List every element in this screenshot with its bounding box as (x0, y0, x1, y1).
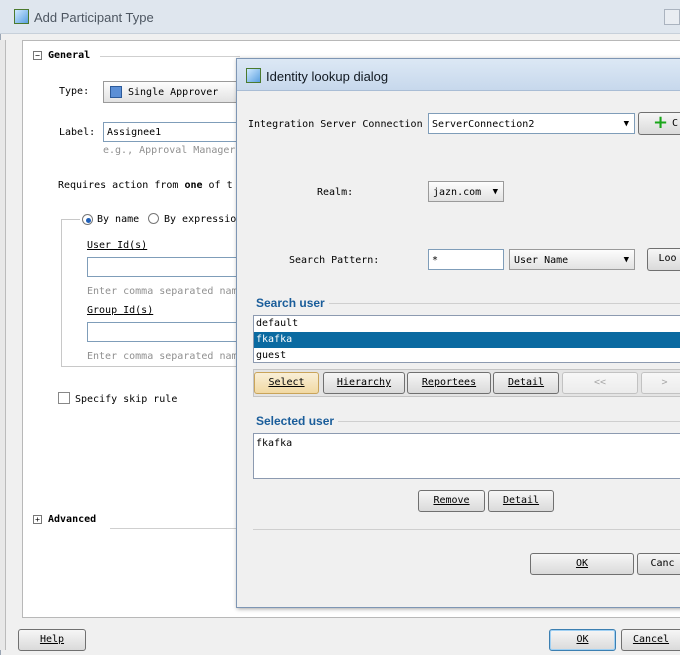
dialog-title: Identity lookup dialog (266, 69, 389, 84)
dialog-titlebar: Identity lookup dialog (237, 59, 680, 91)
add-icon: + (653, 112, 669, 133)
dialog-cancel-button[interactable]: Canc (637, 553, 680, 575)
section-divider (329, 303, 680, 304)
label-label: Label: (59, 127, 96, 138)
collapse-icon[interactable]: − (33, 51, 42, 60)
section-divider (110, 528, 240, 529)
search-by-select[interactable]: User Name ▼ (509, 249, 635, 270)
list-item[interactable]: default (254, 316, 680, 332)
section-divider (100, 56, 240, 57)
dialog-ok-button[interactable]: OK (530, 553, 634, 575)
label-value: Assignee1 (107, 127, 162, 138)
section-divider (253, 529, 680, 530)
identity-lookup-dialog: Identity lookup dialog Integration Serve… (236, 58, 680, 608)
radio-row: By name By expression (80, 212, 243, 228)
select-button[interactable]: Select (254, 372, 319, 394)
label-input[interactable]: Assignee1 (103, 122, 238, 142)
by-expression-radio[interactable] (148, 213, 159, 224)
search-pattern-label: Search Pattern: (289, 255, 380, 266)
realm-select[interactable]: jazn.com ▼ (428, 181, 504, 202)
user-ids-label: User Id(s) (87, 240, 148, 251)
selected-detail-button[interactable]: Detail (488, 490, 554, 512)
isc-select[interactable]: ServerConnection2 ▼ (428, 113, 635, 134)
chevron-down-icon: ▼ (623, 119, 629, 129)
type-label: Type: (59, 86, 90, 97)
dialog-icon (246, 68, 261, 83)
chevron-down-icon: ▼ (492, 187, 498, 197)
user-ids-input[interactable] (87, 257, 237, 277)
group-ids-hint: Enter comma separated nam (87, 351, 238, 362)
help-button[interactable]: Help (18, 629, 86, 651)
group-ids-input[interactable] (87, 322, 237, 342)
general-section-title: General (48, 50, 91, 61)
search-by-value: User Name (514, 255, 569, 266)
isc-label: Integration Server Connection (248, 119, 423, 130)
requires-text: Requires action from one of t (58, 180, 233, 191)
by-name-label: By name (97, 214, 140, 225)
chevron-down-icon: ▼ (623, 255, 629, 265)
type-value: Single Approver (128, 87, 219, 98)
next-page-button[interactable]: > (641, 372, 680, 394)
search-pattern-value: * (432, 255, 439, 266)
detail-button[interactable]: Detail (493, 372, 559, 394)
hierarchy-button[interactable]: Hierarchy (323, 372, 405, 394)
previous-page-button[interactable]: << (562, 372, 638, 394)
skip-rule-label: Specify skip rule (75, 394, 178, 405)
search-pattern-input[interactable]: * (428, 249, 504, 270)
search-user-title: Search user (256, 296, 325, 310)
create-connection-label: C (672, 118, 679, 129)
app-icon (14, 9, 29, 24)
realm-value: jazn.com (433, 187, 482, 198)
window-titlebar: Add Participant Type (0, 0, 680, 34)
realm-label: Realm: (317, 187, 354, 198)
selected-user-title: Selected user (256, 414, 335, 428)
cancel-button[interactable]: Cancel (621, 629, 680, 651)
type-select[interactable]: Single Approver (103, 81, 238, 103)
left-edge-strip (0, 40, 6, 650)
isc-value: ServerConnection2 (432, 119, 535, 130)
remove-button[interactable]: Remove (418, 490, 485, 512)
group-ids-label: Group Id(s) (87, 305, 154, 316)
selected-users-list[interactable]: fkafka (253, 433, 680, 479)
search-results-list[interactable]: default fkafka guest (253, 315, 680, 363)
list-item[interactable]: guest (254, 348, 680, 362)
by-expression-label: By expression (164, 214, 243, 225)
window-title: Add Participant Type (34, 10, 154, 25)
person-icon (110, 86, 122, 98)
close-button[interactable] (664, 9, 680, 25)
ok-button[interactable]: OK (549, 629, 616, 651)
section-divider (338, 421, 680, 422)
skip-rule-checkbox[interactable] (58, 392, 70, 404)
user-ids-hint: Enter comma separated nam (87, 286, 238, 297)
expand-icon[interactable]: + (33, 515, 42, 524)
label-hint: e.g., Approval Manager (103, 145, 236, 156)
reportees-button[interactable]: Reportees (407, 372, 491, 394)
list-item[interactable]: fkafka (254, 434, 680, 452)
lookup-button[interactable]: Loo (647, 248, 680, 271)
create-connection-button[interactable]: + C (638, 112, 680, 135)
advanced-section-title: Advanced (48, 514, 97, 525)
by-name-radio[interactable] (82, 214, 93, 225)
list-item[interactable]: fkafka (254, 332, 680, 348)
